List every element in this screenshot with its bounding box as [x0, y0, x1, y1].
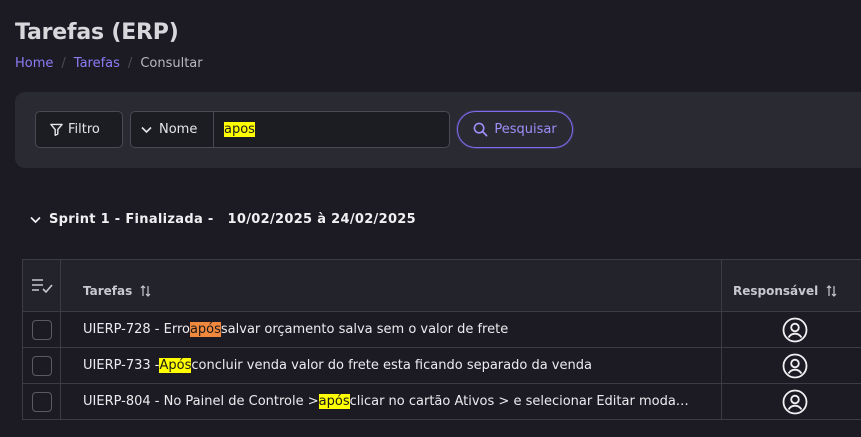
tasks-table: Tarefas Responsável UIERP-728 - Erro apó… [22, 259, 861, 420]
task-name-cell[interactable]: UIERP-733 - Após concluir venda valor do… [61, 348, 722, 383]
filter-button-label: Filtro [68, 122, 100, 137]
filter-panel: Filtro Nome apos Pesquisar [15, 92, 861, 168]
table-header-row: Tarefas Responsável [23, 260, 861, 312]
sprint-title: Sprint 1 - Finalizada - [49, 212, 214, 227]
search-button-label: Pesquisar [494, 122, 557, 137]
sprint-header[interactable]: Sprint 1 - Finalizada - 10/02/2025 à 24/… [30, 212, 416, 227]
sort-icon[interactable] [140, 284, 151, 297]
task-text: salvar orçamento salva sem o valor de fr… [220, 322, 509, 337]
task-text-highlight: após [189, 322, 221, 337]
task-text: concluir venda valor do frete esta fican… [191, 358, 592, 373]
breadcrumb: Home / Tarefas / Consultar [15, 56, 203, 71]
task-name-cell[interactable]: UIERP-804 - No Painel de Controle > após… [61, 384, 722, 419]
breadcrumb-separator: / [61, 56, 66, 71]
user-circle-icon[interactable] [782, 353, 808, 379]
breadcrumb-home[interactable]: Home [15, 56, 53, 71]
column-header-responsavel[interactable]: Responsável [722, 260, 861, 311]
row-checkbox[interactable] [31, 355, 52, 376]
column-header-tarefas[interactable]: Tarefas [61, 260, 722, 311]
breadcrumb-current: Consultar [140, 56, 203, 71]
table-row[interactable]: UIERP-728 - Erro após salvar orçamento s… [23, 312, 861, 348]
task-text: UIERP-728 - Erro [83, 322, 190, 337]
task-text-highlight: após [318, 394, 350, 409]
checklist-icon [31, 278, 53, 293]
sort-icon[interactable] [826, 284, 837, 297]
search-field-group: Nome apos [130, 111, 450, 148]
row-checkbox[interactable] [31, 319, 52, 340]
task-text-highlight: Após [159, 358, 192, 373]
task-text: clicar no cartão Ativos > e selecionar E… [349, 394, 689, 409]
row-checkbox[interactable] [31, 391, 52, 412]
page-title: Tarefas (ERP) [15, 20, 179, 45]
chevron-down-icon [30, 216, 41, 223]
task-text: UIERP-804 - No Painel de Controle > [83, 394, 319, 409]
breadcrumb-separator: / [127, 56, 133, 71]
user-circle-icon[interactable] [782, 389, 808, 415]
user-circle-icon[interactable] [782, 317, 808, 343]
breadcrumb-tarefas[interactable]: Tarefas [74, 56, 120, 71]
table-row[interactable]: UIERP-733 - Após concluir venda valor do… [23, 348, 861, 384]
task-text: UIERP-733 - [83, 358, 160, 373]
select-all-cell[interactable] [23, 260, 61, 311]
search-input-value: apos [224, 122, 255, 137]
search-button[interactable]: Pesquisar [457, 111, 573, 148]
filter-button[interactable]: Filtro [35, 111, 123, 148]
search-icon [473, 122, 488, 137]
table-row[interactable]: UIERP-804 - No Painel de Controle > após… [23, 384, 861, 420]
chevron-down-icon [141, 126, 152, 133]
column-header-label: Responsável [733, 283, 819, 298]
field-select[interactable]: Nome [131, 112, 214, 147]
field-select-label: Nome [159, 122, 198, 137]
sprint-dates: 10/02/2025 à 24/02/2025 [227, 212, 416, 227]
task-name-cell[interactable]: UIERP-728 - Erro após salvar orçamento s… [61, 312, 722, 347]
filter-icon [50, 123, 63, 136]
column-header-label: Tarefas [83, 283, 133, 298]
search-input[interactable]: apos [214, 112, 449, 147]
